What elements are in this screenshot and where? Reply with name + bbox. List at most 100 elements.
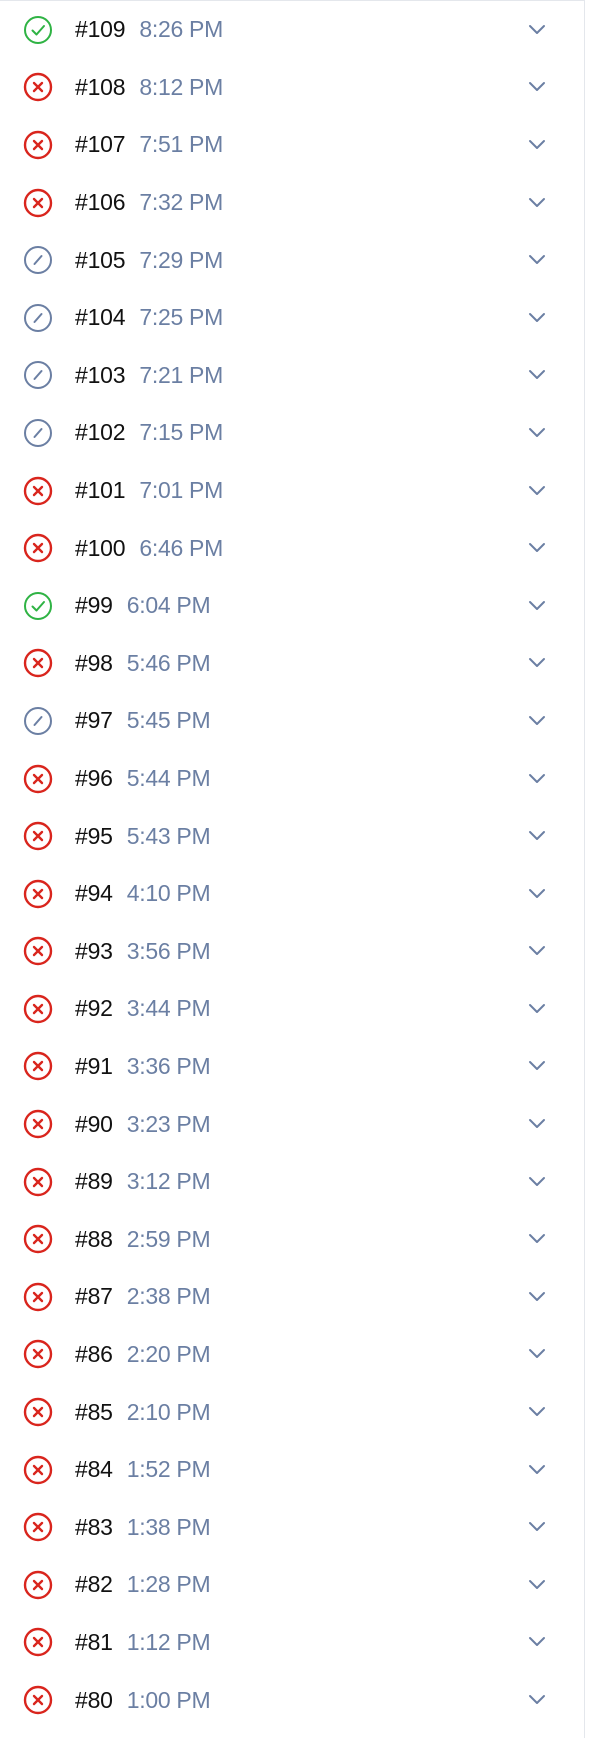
chevron-down-icon[interactable] [523,73,551,101]
build-info: #90 3:23 PM [75,1111,211,1138]
build-row[interactable]: #93 3:56 PM [0,923,584,981]
build-row[interactable]: #106 7:32 PM [0,174,584,232]
chevron-down-icon[interactable] [523,937,551,965]
build-row[interactable]: #82 1:28 PM [0,1556,584,1614]
x-circle-icon [22,1281,54,1313]
chevron-down-icon[interactable] [523,822,551,850]
chevron-down-icon[interactable] [523,1398,551,1426]
build-row[interactable]: #98 5:46 PM [0,635,584,693]
build-info: #95 5:43 PM [75,822,211,850]
build-row[interactable]: #86 2:20 PM [0,1326,584,1384]
build-row[interactable]: #83 1:38 PM [0,1498,584,1556]
chevron-down-icon[interactable] [523,131,551,159]
chevron-down-icon[interactable] [523,477,551,505]
build-info: #101 7:01 PM [75,477,223,504]
chevron-down-icon[interactable] [523,419,551,447]
chevron-down-icon[interactable] [523,649,551,677]
check-circle-icon [22,590,54,622]
chevron-down-icon[interactable] [523,1628,551,1656]
build-info: #88 2:59 PM [75,1226,211,1253]
chevron-down-icon[interactable] [523,1225,551,1253]
chevron-down-icon[interactable] [523,995,551,1023]
chevron-down-icon[interactable] [523,361,551,389]
slash-circle-icon [22,302,54,334]
build-number: #105 [75,246,126,273]
build-number: #106 [75,189,126,216]
build-time: 6:46 PM [139,534,223,561]
x-circle-icon [22,993,54,1025]
chevron-down-icon[interactable] [523,1110,551,1138]
chevron-down-icon[interactable] [523,707,551,735]
chevron-down-icon[interactable] [523,1340,551,1368]
x-circle-icon [22,532,54,564]
chevron-down-icon[interactable] [523,1168,551,1196]
build-row[interactable]: #108 8:12 PM [0,59,584,117]
chevron-down-icon[interactable] [523,1283,551,1311]
build-info: #82 1:28 PM [75,1571,211,1598]
chevron-down-icon[interactable] [523,880,551,908]
chevron-down-icon[interactable] [523,246,551,274]
x-circle-icon [22,1050,54,1082]
chevron-down-icon[interactable] [523,534,551,562]
build-row[interactable]: #100 6:46 PM [0,519,584,577]
build-row[interactable]: #85 2:10 PM [0,1383,584,1441]
chevron-down-icon[interactable] [523,1052,551,1080]
chevron-down-icon[interactable] [523,1456,551,1484]
x-circle-icon [22,1338,54,1370]
build-row[interactable]: #97 5:45 PM [0,692,584,750]
chevron-down-icon[interactable] [523,1513,551,1541]
build-info: #93 3:56 PM [75,937,211,965]
build-row[interactable]: #109 8:26 PM [0,1,584,59]
build-row[interactable]: #80 1:00 PM [0,1671,584,1729]
build-row[interactable]: #90 3:23 PM [0,1095,584,1153]
chevron-down-icon[interactable] [523,1686,551,1714]
x-circle-icon [22,820,54,852]
build-number: #104 [75,304,126,331]
build-time: 4:10 PM [126,880,211,907]
x-circle-icon [22,475,54,507]
build-time: 5:45 PM [126,707,211,734]
build-row[interactable]: #87 2:38 PM [0,1268,584,1326]
build-row[interactable]: #107 7:51 PM [0,116,584,174]
chevron-down-icon[interactable] [523,189,551,217]
x-circle-icon [22,878,54,910]
chevron-down-icon[interactable] [523,765,551,793]
build-row[interactable]: #92 3:44 PM [0,980,584,1038]
x-circle-icon [22,129,54,161]
chevron-down-icon[interactable] [523,16,551,44]
build-time: 7:01 PM [139,477,223,504]
build-number: #85 [75,1398,113,1425]
build-row[interactable]: #94 4:10 PM [0,865,584,923]
build-info: #92 3:44 PM [75,995,211,1022]
x-circle-icon [22,1166,54,1198]
build-number: #103 [75,361,126,388]
build-row[interactable]: #102 7:15 PM [0,404,584,462]
build-time: 7:29 PM [139,246,223,273]
x-circle-icon [22,187,54,219]
build-time: 3:36 PM [126,1052,211,1079]
chevron-down-icon[interactable] [523,304,551,332]
chevron-down-icon[interactable] [523,1571,551,1599]
build-row[interactable]: #91 3:36 PM [0,1038,584,1096]
build-time: 3:56 PM [126,937,211,964]
build-row[interactable]: #104 7:25 PM [0,289,584,347]
build-time: 6:04 PM [126,592,211,619]
build-row[interactable]: #84 1:52 PM [0,1441,584,1499]
build-row[interactable]: #95 5:43 PM [0,807,584,865]
build-info: #108 8:12 PM [75,74,223,101]
build-time: 1:00 PM [126,1686,211,1713]
build-row[interactable]: #88 2:59 PM [0,1210,584,1268]
build-row[interactable]: #96 5:44 PM [0,750,584,808]
build-time: 5:43 PM [126,822,211,849]
build-row[interactable]: #89 3:12 PM [0,1153,584,1211]
x-circle-icon [22,1569,54,1601]
build-time: 7:32 PM [139,189,223,216]
build-row[interactable]: #103 7:21 PM [0,347,584,405]
chevron-down-icon[interactable] [523,592,551,620]
build-info: #89 3:12 PM [75,1168,211,1195]
build-row[interactable]: #101 7:01 PM [0,462,584,520]
build-row[interactable]: #81 1:12 PM [0,1614,584,1672]
build-row[interactable]: #99 6:04 PM [0,577,584,635]
build-row[interactable]: #105 7:29 PM [0,231,584,289]
build-info: #103 7:21 PM [75,362,223,389]
